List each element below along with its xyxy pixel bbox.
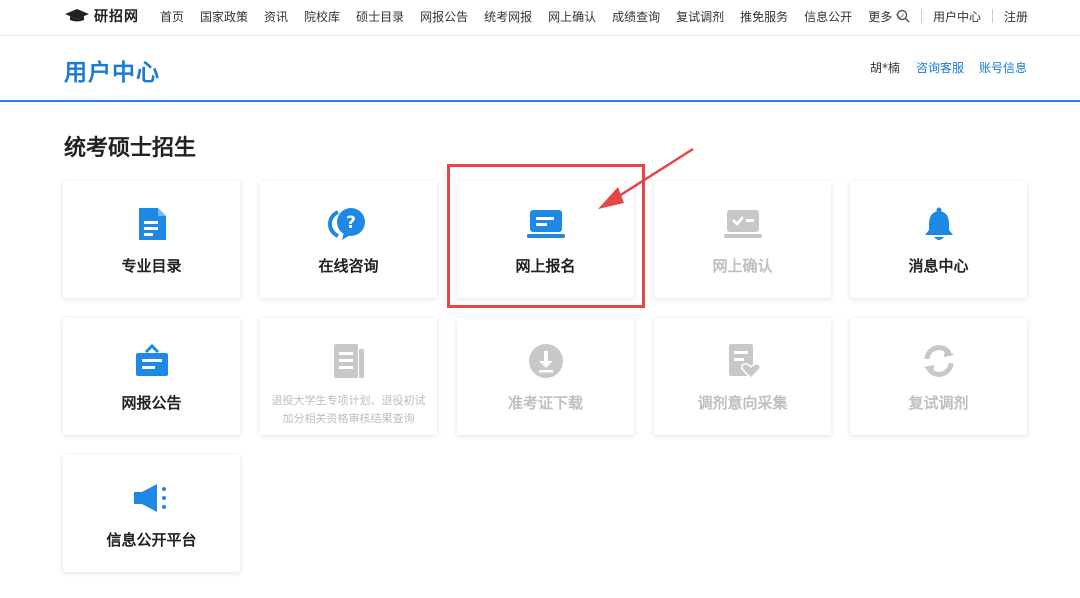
nav-more-label: 更多 — [868, 9, 893, 24]
card-veteran-qualification[interactable]: 退役大学生专项计划、退役初试加分相关资格审核结果查询 — [260, 318, 437, 435]
card-major-catalog[interactable]: 专业目录 — [63, 181, 240, 298]
svg-text:?: ? — [346, 213, 356, 233]
consult-link[interactable]: 咨询客服 — [916, 59, 964, 76]
search-icon[interactable] — [896, 9, 910, 23]
card-reexam-adjustment[interactable]: 复试调剂 — [850, 318, 1027, 435]
heart-doc-icon — [654, 342, 831, 380]
nav-right: 用户中心 注册 — [896, 0, 1028, 32]
account-info-link[interactable]: 账号信息 — [979, 59, 1027, 76]
nav-news[interactable]: 资讯 — [264, 8, 288, 25]
card-online-consult[interactable]: ? 在线咨询 — [260, 181, 437, 298]
page-title: 用户中心 — [64, 60, 160, 86]
divider — [920, 9, 922, 23]
section-title: 统考硕士招生 — [64, 136, 197, 161]
card-label: 调剂意向采集 — [697, 394, 788, 412]
nav-schools[interactable]: 院校库 — [304, 8, 340, 25]
card-announcements[interactable]: 网报公告 — [63, 318, 240, 435]
nav-adjustment[interactable]: 复试调剂 — [676, 8, 724, 25]
nav-disclosure[interactable]: 信息公开 — [804, 8, 852, 25]
nav-exam-registration[interactable]: 统考网报 — [484, 8, 532, 25]
card-label: 网报公告 — [121, 394, 182, 412]
notes-icon — [260, 342, 437, 380]
card-adjustment-intent[interactable]: 调剂意向采集 — [654, 318, 831, 435]
card-message-center[interactable]: 消息中心 — [850, 181, 1027, 298]
main-nav: 首页 国家政策 资讯 院校库 硕士目录 网报公告 统考网报 网上确认 成绩查询 … — [160, 0, 905, 32]
bell-icon — [850, 205, 1027, 243]
download-icon — [457, 342, 634, 380]
register-link[interactable]: 注册 — [1004, 8, 1028, 25]
site-logo[interactable]: 研招网 — [64, 0, 139, 32]
top-navbar: 研招网 首页 国家政策 资讯 院校库 硕士目录 网报公告 统考网报 网上确认 成… — [0, 0, 1080, 36]
nav-policy[interactable]: 国家政策 — [200, 8, 248, 25]
card-label: 信息公开平台 — [106, 531, 197, 549]
nav-recommend[interactable]: 推免服务 — [740, 8, 788, 25]
card-admission-ticket-download[interactable]: 准考证下载 — [457, 318, 634, 435]
card-label: 消息中心 — [908, 257, 969, 275]
divider — [991, 9, 993, 23]
nav-catalog[interactable]: 硕士目录 — [356, 8, 404, 25]
card-label: 专业目录 — [121, 257, 182, 275]
user-center-link[interactable]: 用户中心 — [933, 8, 981, 25]
briefcase-icon — [63, 342, 240, 380]
card-label: 网上确认 — [712, 257, 773, 275]
graduation-cap-icon — [65, 9, 89, 22]
question-chat-icon: ? — [260, 205, 437, 243]
card-label: 准考证下载 — [507, 394, 583, 412]
nav-scores[interactable]: 成绩查询 — [612, 8, 660, 25]
card-label: 复试调剂 — [908, 394, 969, 412]
refresh-icon — [850, 342, 1027, 380]
page-header: 用户中心 胡*楠 咨询客服 账号信息 — [0, 36, 1080, 102]
card-info-disclosure[interactable]: 信息公开平台 — [63, 455, 240, 572]
card-label: 退役大学生专项计划、退役初试加分相关资格审核结果查询 — [271, 394, 426, 425]
card-label: 在线咨询 — [318, 257, 379, 275]
logo-text: 研招网 — [94, 9, 139, 25]
document-icon — [63, 205, 240, 243]
megaphone-icon — [63, 479, 240, 517]
annotation-arrow — [598, 147, 694, 209]
user-name: 胡*楠 — [869, 61, 900, 75]
nav-announcements[interactable]: 网报公告 — [420, 8, 468, 25]
nav-online-confirm[interactable]: 网上确认 — [548, 8, 596, 25]
nav-home[interactable]: 首页 — [160, 8, 184, 25]
